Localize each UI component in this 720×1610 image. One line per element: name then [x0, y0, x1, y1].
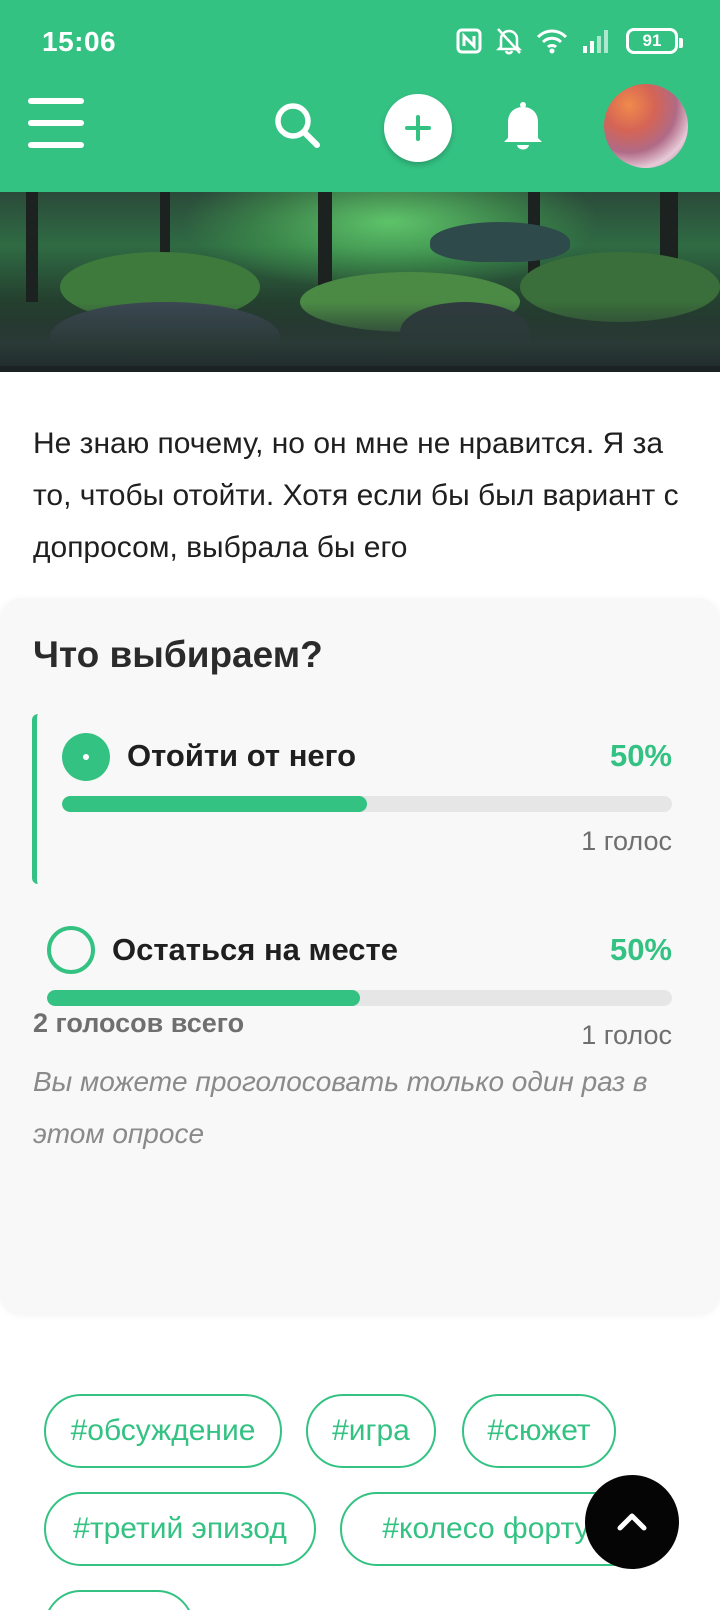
foreground [0, 302, 720, 372]
image-edge [0, 366, 720, 372]
poll-option-votes: 1 голос [581, 1020, 672, 1050]
tree-silhouette [318, 192, 332, 292]
chevron-up-icon [617, 1513, 647, 1531]
poll-option-votes: 1 голос [581, 826, 672, 856]
menu-icon-line [28, 120, 84, 126]
poll-option-bar-fill [47, 990, 360, 1006]
battery-level: 91 [642, 31, 662, 50]
poll-option-1[interactable]: Отойти от него 50% 1 голос [32, 714, 672, 884]
menu-icon [28, 98, 84, 104]
wifi-icon [536, 29, 568, 54]
poll-option-bar [62, 796, 672, 812]
radio-empty-icon [47, 926, 95, 974]
nfc-icon [456, 28, 482, 54]
post-text: Не знаю почему, но он мне не нравится. Я… [33, 427, 679, 564]
poll-option-percent: 50% [609, 738, 672, 773]
rock [430, 222, 570, 262]
tag-chip[interactable]: #игра [306, 1394, 436, 1468]
poll-option-percent: 50% [609, 932, 672, 967]
poll-card: Что выбираем? Отойти от него 50% 1 голос… [0, 598, 720, 1313]
poll-option-bar [47, 990, 672, 1006]
top-bar: 15:06 91 [0, 0, 720, 192]
poll-option-label: Остаться на месте [112, 932, 398, 967]
tag-chip[interactable]: #обсуждение [44, 1394, 282, 1468]
poll-option-bar-fill [62, 796, 367, 812]
menu-button[interactable] [28, 98, 84, 148]
poll-note: Вы можете проголосовать только один раз … [33, 1066, 648, 1149]
poll-option-label: Отойти от него [127, 738, 357, 773]
tag-chip[interactable]: #третий эпизод [44, 1492, 316, 1566]
status-icons: 91 [456, 27, 683, 55]
scroll-to-top-button[interactable] [585, 1475, 679, 1569]
poll-title: Что выбираем? [33, 634, 323, 675]
poll-total-votes: 2 голосов всего [33, 1008, 245, 1038]
user-avatar[interactable] [604, 84, 688, 168]
radio-selected-icon [62, 733, 110, 781]
status-time: 15:06 [42, 26, 117, 57]
add-post-button[interactable] [384, 94, 452, 162]
bell-off-icon [496, 28, 522, 55]
bell-icon [504, 102, 542, 150]
menu-icon-line [28, 142, 84, 148]
status-bar: 15:06 91 [0, 0, 720, 84]
battery-icon: 91 [626, 28, 683, 54]
search-icon [275, 103, 320, 148]
signal-icon [583, 30, 608, 53]
tree-silhouette [26, 192, 38, 302]
app-bar [0, 84, 720, 192]
plus-icon [405, 115, 431, 141]
tag-chip-partial[interactable] [44, 1590, 194, 1610]
search-button[interactable] [272, 100, 324, 152]
post-image [0, 192, 720, 372]
notifications-button[interactable] [498, 100, 548, 152]
tag-chip[interactable]: #сюжет [462, 1394, 616, 1468]
